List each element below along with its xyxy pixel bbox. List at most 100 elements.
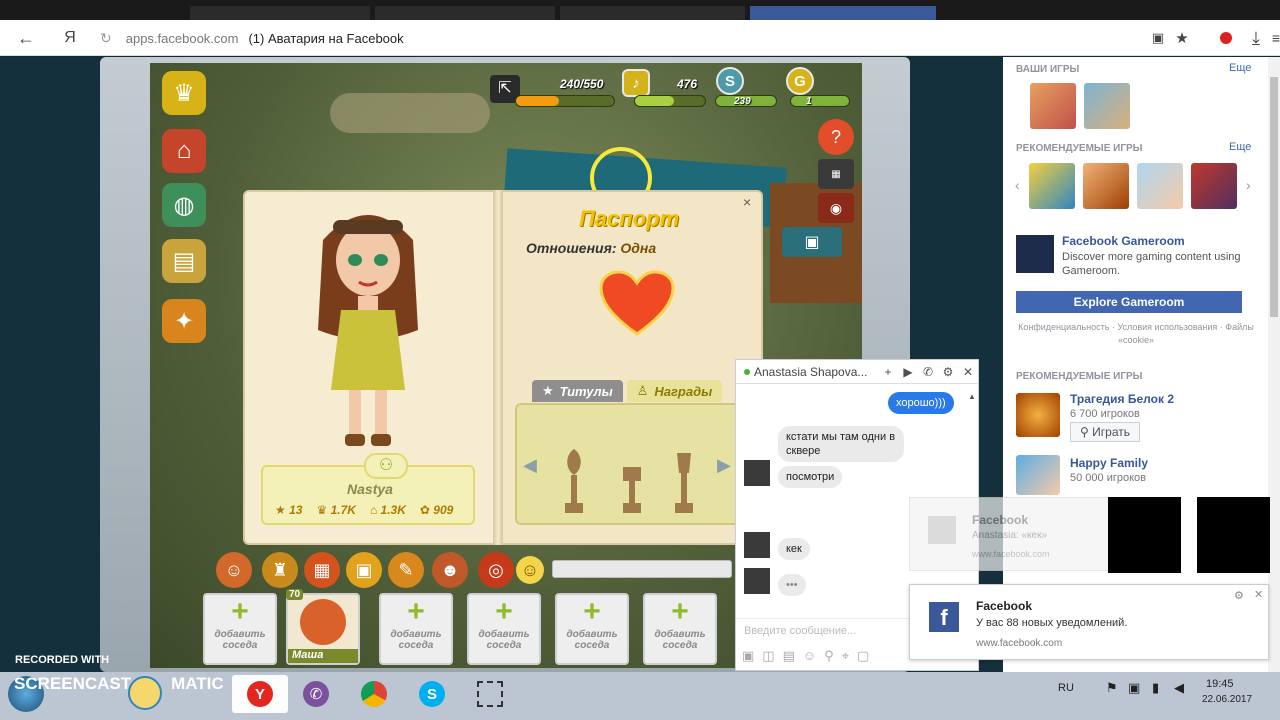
taskbar-yandex-browser[interactable]: Y — [232, 675, 288, 713]
page-icon[interactable]: ▣ — [1146, 26, 1170, 50]
photo-icon[interactable]: ▣ — [742, 648, 754, 666]
tools-icon[interactable]: ✎ — [388, 552, 424, 588]
notification-fading[interactable]: Facebook Anastasia: «кек» www.facebook.c… — [909, 497, 1109, 571]
more-icon[interactable]: ▢ — [857, 648, 869, 666]
gear-icon[interactable]: ⚙ — [938, 365, 958, 379]
vip-icon[interactable]: ♛ — [162, 71, 206, 115]
add-neighbor-slot[interactable]: + добавить соседа — [203, 593, 277, 665]
globe-icon[interactable]: ◍ — [162, 183, 206, 227]
neighbor-slot[interactable]: 70 Маша — [286, 589, 360, 665]
gift-icon[interactable]: ✦ — [162, 299, 206, 343]
game-icon[interactable]: ⌖ — [842, 648, 849, 666]
menu-icon[interactable]: ≡ — [1264, 26, 1280, 50]
carousel-next-icon[interactable]: › — [1246, 177, 1251, 193]
newspaper-icon[interactable]: ▦ — [818, 159, 854, 189]
back-arrow-icon[interactable]: ← — [14, 26, 38, 50]
scrollbar-thumb[interactable] — [1270, 77, 1278, 317]
attach-icon[interactable]: ⚲ — [824, 648, 834, 666]
game-thumbnail[interactable] — [1030, 83, 1076, 129]
taskbar-chrome[interactable] — [346, 675, 402, 713]
game-thumbnail[interactable] — [1191, 163, 1237, 209]
friends-icon[interactable]: ⚇ — [364, 453, 408, 479]
browser-tab[interactable] — [375, 6, 555, 20]
couple-icon[interactable]: ☻ — [432, 552, 468, 588]
book-icon[interactable]: ▤ — [162, 239, 206, 283]
heart-icon[interactable] — [599, 270, 675, 336]
rings-icon[interactable]: ◎ — [478, 552, 514, 588]
gear-icon[interactable]: ⚙ — [1234, 589, 1244, 602]
trophy-icon[interactable] — [671, 447, 697, 517]
game-title[interactable]: Happy Family — [1070, 456, 1148, 470]
tray-volume-icon[interactable]: ◀ — [1174, 680, 1184, 696]
home-icon[interactable]: ⌂ — [162, 129, 206, 173]
reload-icon[interactable]: ↻ — [100, 30, 112, 47]
tab-awards[interactable]: ♙ Награды — [626, 380, 723, 402]
clock-time[interactable]: 19:45 — [1206, 678, 1234, 690]
game-thumbnail[interactable] — [1084, 83, 1130, 129]
taskbar-snipping-tool[interactable] — [462, 675, 518, 713]
add-neighbor-slot[interactable]: + добавить соседа — [555, 593, 629, 665]
sidebar-footer[interactable]: Конфиденциальность · Условия использован… — [1016, 321, 1256, 347]
emoji-icon[interactable]: ☺ — [803, 648, 816, 666]
game-thumbnail[interactable] — [1016, 393, 1060, 437]
help-icon[interactable]: ? — [818, 119, 854, 155]
silver-coin-icon[interactable]: S — [716, 67, 744, 95]
contact-avatar[interactable] — [744, 568, 770, 594]
phone-icon[interactable]: ✆ — [918, 365, 938, 379]
clock-date[interactable]: 22.06.2017 — [1202, 694, 1252, 705]
game-title[interactable]: Трагедия Белок 2 — [1070, 392, 1174, 406]
bookmark-star-icon[interactable]: ★ — [1170, 26, 1194, 50]
arrow-right-icon[interactable]: ▶ — [717, 455, 731, 476]
game-thumbnail[interactable] — [1016, 455, 1060, 495]
chat-header[interactable]: Anastasia Shapova... + ▶ ✆ ⚙ ✕ — [736, 360, 978, 384]
contact-avatar[interactable] — [744, 532, 770, 558]
camera-icon[interactable]: ◉ — [818, 193, 854, 223]
tray-flag-icon[interactable]: ⚑ — [1106, 680, 1118, 696]
page-scrollbar[interactable] — [1268, 57, 1280, 672]
arrow-left-icon[interactable]: ◀ — [523, 455, 537, 476]
address-bar[interactable]: ↻ apps.facebook.com (1) Аватария на Face… — [100, 24, 1200, 52]
shopping-icon[interactable]: ▦ — [304, 552, 340, 588]
taskbar-skype[interactable]: S — [404, 675, 460, 713]
contact-avatar[interactable] — [744, 460, 770, 486]
trophy-icon[interactable] — [561, 447, 587, 517]
gameroom-logo-icon[interactable] — [1016, 235, 1054, 273]
game-thumbnail[interactable] — [1029, 163, 1075, 209]
browser-tab[interactable] — [190, 6, 370, 20]
yandex-logo-icon[interactable]: Я — [58, 26, 82, 50]
tray-monitor-icon[interactable]: ▣ — [1128, 680, 1140, 696]
gif-icon[interactable]: ▤ — [783, 648, 795, 666]
add-neighbor-slot[interactable]: + добавить соседа — [467, 593, 541, 665]
extension-icon[interactable] — [1214, 26, 1238, 50]
gameroom-title[interactable]: Facebook Gameroom — [1062, 234, 1185, 248]
gold-coin-icon[interactable]: G — [786, 67, 814, 95]
add-neighbor-slot[interactable]: + добавить соседа — [379, 593, 453, 665]
sticker-icon[interactable]: ◫ — [762, 648, 774, 666]
add-neighbor-slot[interactable]: + добавить соседа — [643, 593, 717, 665]
smile-icon[interactable]: ☺ — [516, 556, 544, 584]
recommended-more-link[interactable]: Еще — [1229, 141, 1251, 153]
taskbar-viber[interactable]: ✆ — [288, 675, 344, 713]
browser-tab-active[interactable] — [750, 6, 936, 20]
chat-contact-name[interactable]: Anastasia Shapova... — [754, 365, 878, 379]
scroll-up-icon[interactable]: ▲ — [968, 392, 976, 401]
tab-titles[interactable]: ★ Титулы — [532, 380, 623, 402]
browser-tab[interactable] — [560, 6, 745, 20]
video-icon[interactable]: ▶ — [898, 365, 918, 379]
notification-toast[interactable]: f Facebook У вас 88 новых уведомлений. w… — [909, 584, 1269, 660]
trophy-icon[interactable] — [619, 447, 645, 517]
close-icon[interactable]: × — [743, 194, 751, 210]
explore-gameroom-button[interactable]: Explore Gameroom — [1016, 291, 1242, 313]
close-icon[interactable]: ✕ — [958, 365, 978, 379]
bag-icon[interactable]: ♜ — [262, 552, 298, 588]
game-thumbnail[interactable] — [1137, 163, 1183, 209]
game-chat-input[interactable] — [552, 560, 732, 578]
language-indicator[interactable]: RU — [1058, 682, 1074, 694]
tray-network-icon[interactable]: ▮ — [1152, 680, 1159, 696]
briefcase-icon[interactable]: ▣ — [782, 227, 842, 257]
close-icon[interactable]: ✕ — [1254, 588, 1263, 601]
avatar-icon[interactable]: ☺ — [216, 552, 252, 588]
play-button[interactable]: ⚲ Играть — [1070, 422, 1140, 442]
game-thumbnail[interactable] — [1083, 163, 1129, 209]
your-games-more-link[interactable]: Еще — [1229, 62, 1251, 74]
